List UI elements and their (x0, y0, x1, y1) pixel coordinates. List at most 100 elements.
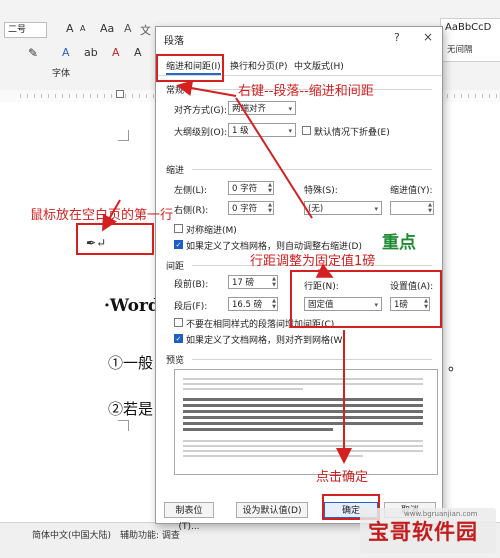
mirror-indent-label: 对称缩进(M) (186, 226, 237, 236)
shrink-font-icon[interactable]: A (80, 24, 85, 33)
page-margin-corner (118, 420, 129, 431)
close-button[interactable]: × (423, 30, 433, 44)
preview-line (183, 422, 423, 425)
spin-arrows-icon[interactable]: ▲ ▼ (268, 182, 272, 194)
text-effects-icon[interactable]: A (62, 46, 70, 59)
section-indentation: 缩进 (166, 166, 185, 176)
preview-line (183, 383, 423, 385)
indent-left-label: 左侧(L): (174, 186, 208, 196)
section-spacing: 间距 (166, 262, 185, 272)
divider (192, 359, 432, 360)
preview-line (183, 428, 333, 431)
space-before-value: 17 磅 (232, 278, 255, 288)
divider (192, 169, 432, 170)
space-before-input[interactable]: 17 磅 ▲ ▼ (228, 275, 278, 289)
annotation-cursor-hint: 鼠标放在空白页的第一行 (30, 208, 174, 223)
auto-adjust-checkbox[interactable]: ✓ (174, 240, 183, 249)
indent-left-input[interactable]: 0 字符 ▲ ▼ (228, 181, 274, 195)
pinyin-icon[interactable]: 文 (140, 22, 151, 38)
font-group-label: 字体 (52, 69, 71, 79)
space-after-value: 16.5 磅 (232, 300, 263, 310)
annotation-click-ok: 点击确定 (316, 470, 369, 485)
style-name: 无间隔 (447, 45, 473, 55)
alignment-select[interactable]: 两端对齐 ▾ (228, 101, 296, 115)
no-space-same-style-checkbox[interactable] (174, 318, 183, 327)
tab-asian-typography[interactable]: 中文版式(H) (294, 59, 344, 72)
indent-by-label: 缩进值(Y): (390, 186, 433, 196)
spin-arrows-icon[interactable]: ▲ ▼ (268, 202, 272, 214)
preview-line (183, 404, 423, 407)
watermark-text: 宝哥软件园 (368, 520, 478, 544)
space-before-label: 段前(B): (174, 280, 209, 290)
preview-line (183, 445, 423, 447)
status-accessibility[interactable]: 辅助功能: 调查 (120, 528, 180, 541)
clear-format-icon[interactable]: A (124, 22, 132, 35)
collapsed-checkbox[interactable] (302, 126, 311, 135)
doc-heading: ·Word (104, 296, 160, 316)
paragraph-preview (174, 369, 438, 475)
collapsed-label: 默认情况下折叠(E) (314, 128, 390, 138)
highlight-line-spacing-box (290, 270, 442, 328)
indent-by-input[interactable]: ▲ ▼ (390, 201, 434, 215)
space-after-label: 段后(F): (174, 302, 208, 312)
watermark: www.bgruanjian.com 宝哥软件园 (360, 508, 496, 553)
font-size-select[interactable]: 二号 (4, 22, 47, 38)
snap-to-grid-checkbox[interactable]: ✓ (174, 334, 183, 343)
mirror-indent-checkbox[interactable] (174, 224, 183, 233)
special-indent-select[interactable]: (无) ▾ (304, 201, 382, 215)
style-no-spacing[interactable]: AaBbCcD 无间隔 (440, 18, 500, 62)
annotation-key-point: 重点 (382, 233, 416, 253)
chevron-down-icon: ▾ (288, 105, 292, 113)
preview-line (183, 398, 423, 401)
preview-line (183, 440, 423, 442)
change-case-icon[interactable]: Aa (100, 22, 114, 35)
dialog-title: 段落 (164, 36, 184, 47)
preview-line (183, 450, 423, 452)
tab-line-page-breaks[interactable]: 换行和分页(P) (230, 59, 287, 72)
annotation-right-click: 右键--段落--缩进和间距 (238, 84, 374, 99)
tabs-button[interactable]: 制表位(T)... (164, 502, 214, 532)
special-indent-value: (无) (308, 204, 324, 214)
highlight-icon[interactable]: ab (84, 46, 98, 59)
preview-line (183, 455, 363, 457)
doc-line: ②若是 (108, 400, 154, 418)
set-default-button[interactable]: 设为默认值(D) (236, 502, 308, 518)
section-general: 常规 (166, 86, 185, 96)
highlight-cursor-box (76, 223, 154, 255)
page-margin-corner (118, 130, 129, 141)
grow-font-icon[interactable]: A (66, 22, 74, 35)
doc-line-end: 。 (448, 356, 464, 374)
font-color-icon[interactable]: A (112, 46, 120, 59)
preview-line (183, 410, 423, 413)
chevron-down-icon: ▾ (374, 205, 378, 213)
status-language[interactable]: 简体中文(中国大陆) (32, 528, 111, 541)
spin-arrows-icon[interactable]: ▲ ▼ (428, 202, 432, 214)
ruler-indent-marker[interactable] (116, 90, 124, 98)
chevron-down-icon: ▾ (288, 127, 292, 135)
alignment-label: 对齐方式(G): (174, 106, 228, 116)
space-after-input[interactable]: 16.5 磅 ▲ ▼ (228, 297, 278, 311)
doc-line: ①一般 (108, 354, 154, 372)
indent-left-value: 0 字符 (232, 184, 258, 194)
preview-line (183, 416, 423, 419)
outline-level-label: 大纲级别(O): (174, 128, 228, 138)
indent-right-label: 右侧(R): (174, 206, 209, 216)
preview-line (183, 378, 423, 380)
outline-level-value: 1 级 (232, 126, 249, 136)
strikethrough-icon[interactable]: ✎ (28, 46, 38, 60)
char-shading-icon[interactable]: A (134, 46, 142, 59)
spin-arrows-icon[interactable]: ▲ ▼ (272, 276, 276, 288)
outline-level-select[interactable]: 1 级 ▾ (228, 123, 296, 137)
indent-right-input[interactable]: 0 字符 ▲ ▼ (228, 201, 274, 215)
highlight-tab-box (156, 54, 224, 82)
style-sample: AaBbCcD (445, 22, 492, 33)
preview-line (183, 388, 303, 390)
special-indent-label: 特殊(S): (304, 186, 338, 196)
spin-arrows-icon[interactable]: ▲ ▼ (272, 298, 276, 310)
help-button[interactable]: ? (394, 31, 400, 44)
annotation-line-spacing-hint: 行距调整为固定值1磅 (250, 254, 376, 269)
snap-to-grid-label: 如果定义了文档网格，则对齐到网格(W) (186, 336, 346, 346)
section-preview: 预览 (166, 356, 185, 366)
indent-right-value: 0 字符 (232, 204, 258, 214)
alignment-value: 两端对齐 (232, 104, 267, 114)
